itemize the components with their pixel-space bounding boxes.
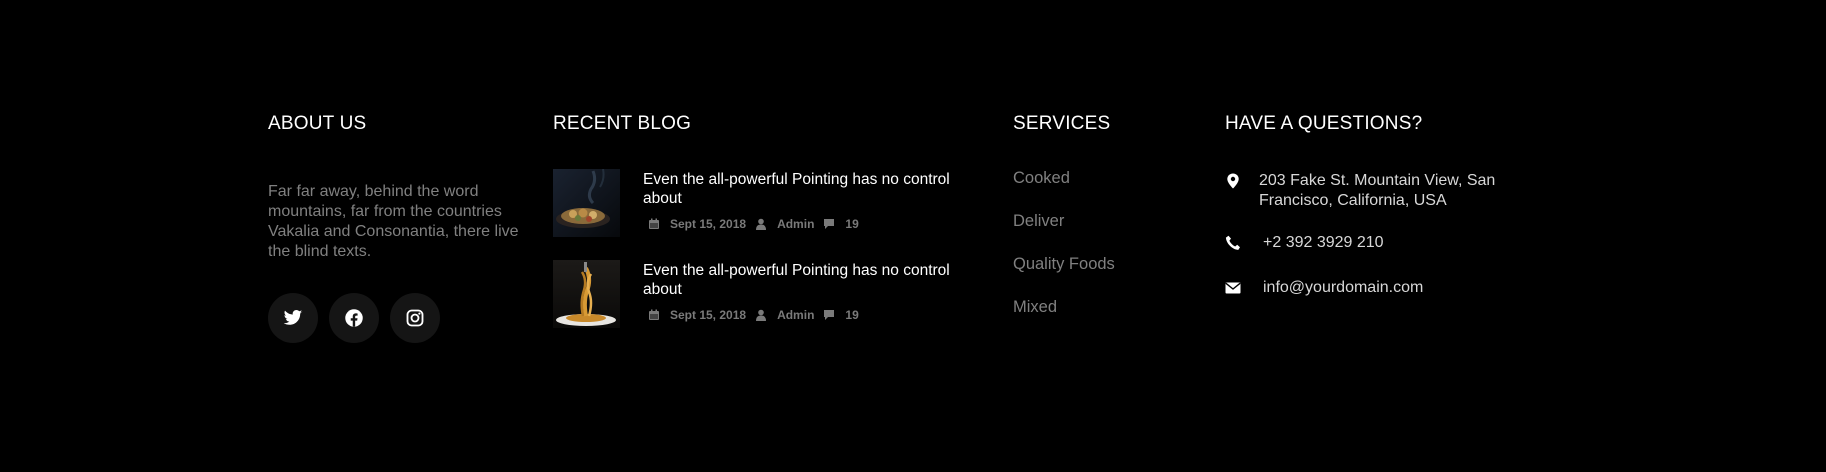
blog-date-text: Sept 15, 2018: [670, 308, 747, 322]
blog-entry: Even the all-powerful Pointing has no co…: [553, 260, 983, 330]
services-list: Cooked Deliver Quality Foods Mixed: [1013, 168, 1193, 317]
blog-date[interactable]: Sept 15, 2018: [648, 308, 746, 322]
blog-author[interactable]: Admin: [755, 308, 814, 322]
services-column: SERVICES Cooked Deliver Quality Foods Mi…: [1013, 112, 1193, 340]
site-footer: ABOUT US Far far away, behind the word m…: [0, 0, 1826, 472]
twitter-button[interactable]: [268, 293, 318, 343]
instagram-button[interactable]: [390, 293, 440, 343]
service-link-cooked[interactable]: Cooked: [1013, 168, 1193, 188]
recent-blog-column: RECENT BLOG Even the all-powerful Pointi…: [553, 112, 983, 328]
facebook-icon: [345, 309, 363, 327]
blog-comments-count: 19: [845, 308, 859, 322]
calendar-icon: [649, 218, 659, 229]
service-link-mixed[interactable]: Mixed: [1013, 297, 1193, 317]
facebook-button[interactable]: [329, 293, 379, 343]
phone-icon: [1225, 235, 1240, 250]
user-icon: [756, 309, 767, 321]
about-heading: ABOUT US: [268, 113, 367, 134]
blog-meta: Sept 15, 2018 Admin 19: [648, 217, 859, 231]
blog-title-link[interactable]: Even the all-powerful Pointing has no co…: [643, 261, 973, 299]
contact-heading: HAVE A QUESTIONS?: [1225, 113, 1423, 134]
comment-icon: [824, 219, 835, 229]
blog-thumbnail[interactable]: [553, 169, 620, 237]
about-text: Far far away, behind the word mountains,…: [268, 183, 519, 260]
twitter-icon: [283, 310, 303, 325]
map-pin-icon: [1227, 173, 1239, 189]
social-links: [268, 293, 530, 343]
instagram-icon: [406, 309, 424, 327]
blog-date-text: Sept 15, 2018: [670, 217, 747, 231]
blog-entry: Even the all-powerful Pointing has no co…: [553, 169, 983, 239]
address-text: 203 Fake St. Mountain View, San Francisc…: [1259, 172, 1496, 209]
recent-blog-heading: RECENT BLOG: [553, 113, 692, 134]
phone-text[interactable]: +2 392 3929 210: [1263, 233, 1384, 253]
user-icon: [756, 218, 767, 230]
service-link-deliver[interactable]: Deliver: [1013, 211, 1193, 231]
blog-thumbnail[interactable]: [553, 260, 620, 328]
blog-author-text: Admin: [777, 217, 815, 231]
blog-comments[interactable]: 19: [823, 217, 859, 231]
blog-comments[interactable]: 19: [823, 308, 859, 322]
food-image: [553, 169, 620, 237]
calendar-icon: [649, 309, 659, 320]
about-column: ABOUT US Far far away, behind the word m…: [268, 112, 530, 343]
food-image: [553, 260, 620, 328]
services-heading: SERVICES: [1013, 113, 1111, 134]
blog-meta: Sept 15, 2018 Admin 19: [648, 308, 859, 322]
blog-title-link[interactable]: Even the all-powerful Pointing has no co…: [643, 170, 973, 208]
contact-column: HAVE A QUESTIONS? 203 Fake St. Mountain …: [1225, 112, 1545, 296]
blog-author-text: Admin: [777, 308, 815, 322]
comment-icon: [824, 310, 835, 320]
blog-comments-count: 19: [845, 217, 859, 231]
blog-date[interactable]: Sept 15, 2018: [648, 217, 746, 231]
email-link[interactable]: info@yourdomain.com: [1263, 278, 1423, 298]
blog-author[interactable]: Admin: [755, 217, 814, 231]
envelope-icon: [1225, 282, 1241, 294]
service-link-quality-foods[interactable]: Quality Foods: [1013, 254, 1193, 274]
